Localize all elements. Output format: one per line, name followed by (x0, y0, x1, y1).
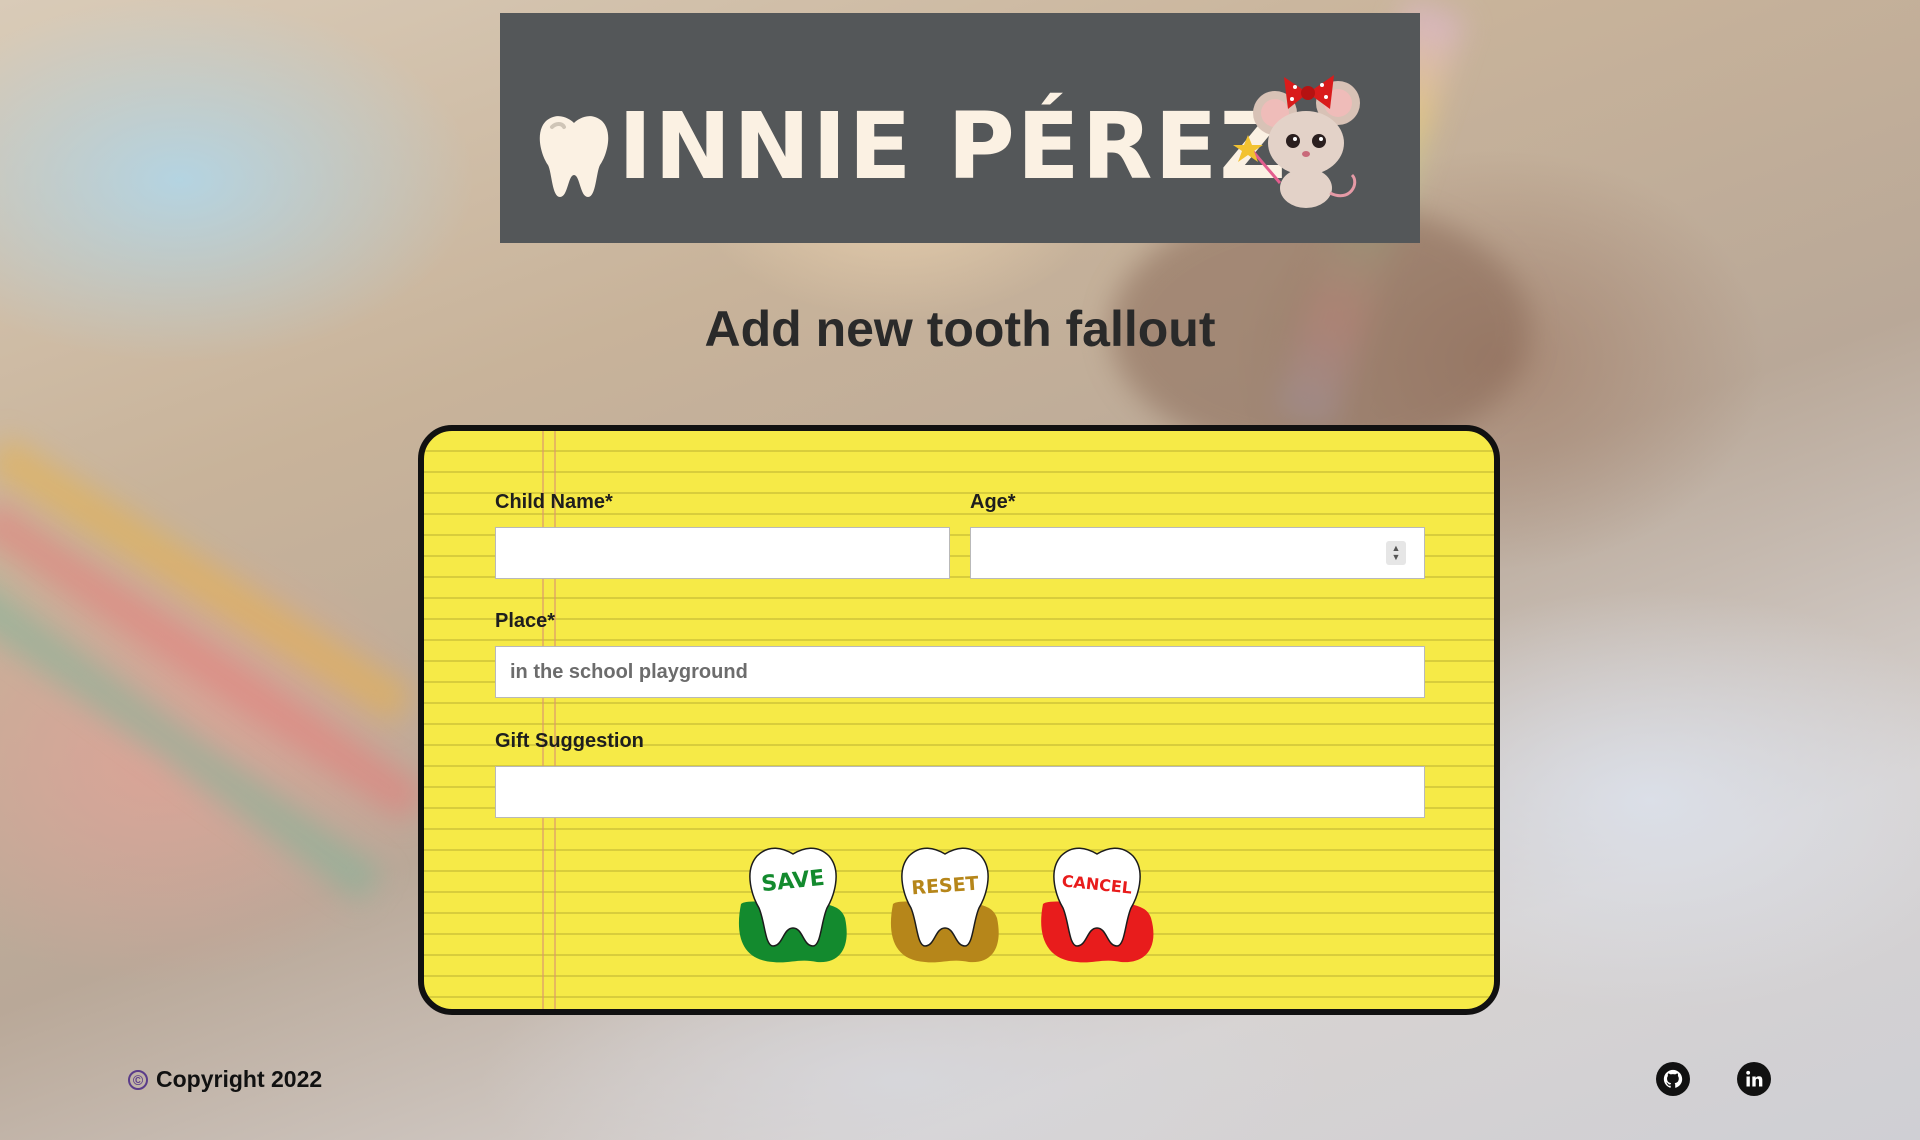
age-input[interactable] (970, 527, 1425, 579)
reset-button[interactable]: RESET (885, 842, 1005, 966)
copyright-text: Copyright 2022 (156, 1066, 323, 1092)
chevron-down-icon[interactable]: ▼ (1392, 553, 1401, 562)
footer-copyright: © Copyright 2022 (128, 1066, 322, 1093)
page-title: Add new tooth fallout (704, 301, 1216, 357)
place-input[interactable] (495, 646, 1425, 698)
tooth-logo-icon (539, 116, 609, 197)
age-stepper[interactable]: ▲ ▼ (1386, 541, 1406, 565)
cancel-button[interactable]: CANCEL (1037, 842, 1157, 966)
save-button[interactable]: SAVE (733, 842, 853, 966)
child-name-label: Child Name* (495, 491, 613, 513)
tooth-reset-icon: RESET (890, 847, 999, 963)
gift-suggestion-label: Gift Suggestion (495, 730, 644, 752)
brand-name: INNIE PÉREZ (618, 93, 1288, 200)
reset-button-label: RESET (911, 873, 980, 900)
gift-suggestion-input[interactable] (495, 766, 1425, 818)
notepad-margin-line (542, 431, 556, 1009)
mouse-fairy-icon (1233, 75, 1360, 208)
github-icon (1663, 1069, 1683, 1088)
tooth-save-icon: SAVE (738, 847, 847, 963)
header-banner: INNIE PÉREZ (500, 13, 1420, 243)
age-label: Age* (970, 491, 1016, 513)
linkedin-icon (1746, 1070, 1763, 1087)
place-label: Place* (495, 610, 556, 632)
github-link[interactable] (1656, 1062, 1690, 1096)
child-name-input[interactable] (495, 527, 950, 579)
copyright-icon: © (128, 1069, 148, 1090)
linkedin-link[interactable] (1737, 1062, 1771, 1096)
tooth-cancel-icon: CANCEL (1041, 847, 1154, 963)
